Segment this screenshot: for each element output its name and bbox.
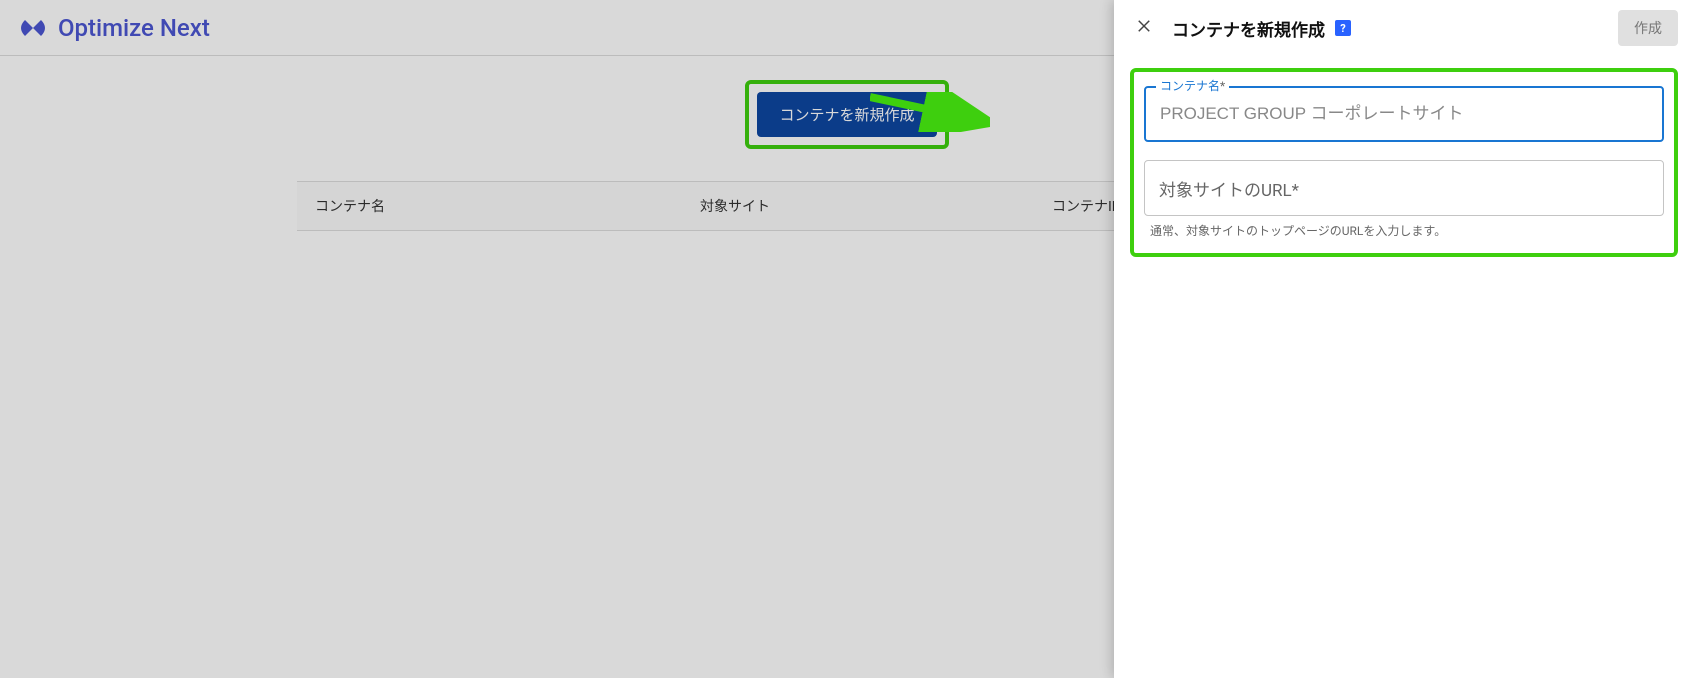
container-name-field: コンテナ名* [1144, 86, 1664, 142]
new-container-panel: コンテナを新規作成 ? 作成 コンテナ名* 対象サイトのURL* 通常、対象サイ… [1114, 0, 1694, 678]
target-url-field: 対象サイトのURL* 通常、対象サイトのトップページのURLを入力します。 [1144, 160, 1664, 239]
logo-text: Optimize Next [58, 14, 210, 42]
logo-icon [16, 11, 50, 45]
col-target-site: 対象サイト [682, 182, 1034, 231]
annotation-arrow [870, 92, 990, 132]
panel-header: コンテナを新規作成 ? 作成 [1114, 0, 1694, 56]
help-icon[interactable]: ? [1335, 20, 1351, 36]
container-name-label: コンテナ名* [1156, 77, 1229, 94]
panel-title: コンテナを新規作成 [1172, 16, 1325, 41]
target-url-label: 対象サイトのURL* [1159, 176, 1299, 201]
target-url-helper: 通常、対象サイトのトップページのURLを入力します。 [1144, 216, 1664, 239]
col-container-name: コンテナ名 [297, 182, 682, 231]
annotation-highlight-form: コンテナ名* 対象サイトのURL* 通常、対象サイトのトップページのURLを入力… [1130, 68, 1678, 257]
close-icon[interactable] [1130, 16, 1158, 40]
container-name-input[interactable] [1144, 86, 1664, 142]
create-button[interactable]: 作成 [1618, 10, 1678, 46]
target-url-input[interactable] [1303, 178, 1649, 198]
